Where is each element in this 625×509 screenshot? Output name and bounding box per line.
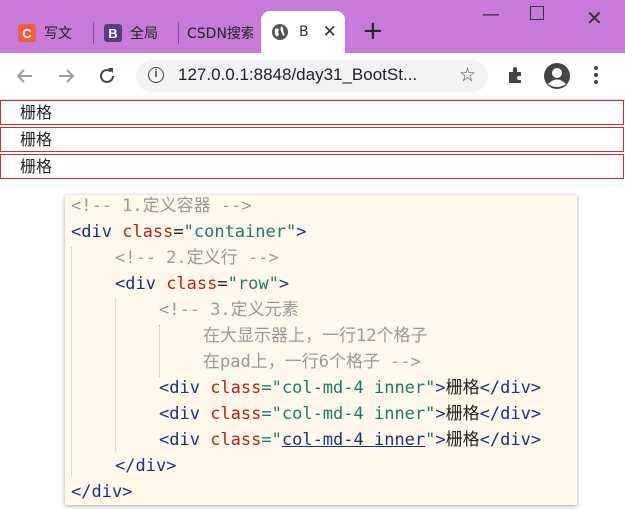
browser-toolbar: i 127.0.0.1:8848/day31_BootSt... ☆ xyxy=(0,53,625,100)
indent-guide xyxy=(71,247,72,477)
tab-write-article[interactable]: C 写文 xyxy=(18,13,90,53)
close-window-icon[interactable]: ✕ xyxy=(586,6,603,30)
maximize-icon[interactable] xyxy=(530,6,544,20)
code-line: 在pad上，一行6个格子 --> xyxy=(203,352,421,372)
bookmark-star-icon[interactable]: ☆ xyxy=(459,64,476,86)
indent-guide xyxy=(159,325,160,377)
grid-cell: 栅格 xyxy=(0,127,624,152)
grid-rows: 栅格 栅格 栅格 xyxy=(0,100,625,181)
url-text[interactable]: 127.0.0.1:8848/day31_BootSt... xyxy=(178,65,417,85)
profile-avatar-icon[interactable] xyxy=(543,62,571,94)
bootstrap-icon: B xyxy=(104,24,122,42)
indent-guide xyxy=(115,299,116,451)
tab-bootstrap-global[interactable]: B 全局 xyxy=(104,13,176,53)
back-icon[interactable] xyxy=(14,65,36,87)
code-snippet: <!-- 1.定义容器 --> <div class="container"> … xyxy=(65,195,577,505)
extensions-icon[interactable] xyxy=(506,65,526,89)
code-line: </div> xyxy=(115,456,177,476)
code-line: <div class="col-md-4 inner">栅格</div> xyxy=(159,378,542,398)
tab-active[interactable]: B ✕ xyxy=(261,11,345,53)
forward-icon[interactable] xyxy=(55,65,77,87)
grid-cell: 栅格 xyxy=(0,100,624,125)
grid-cell: 栅格 xyxy=(0,154,624,179)
tab-title: 全局 xyxy=(130,26,158,42)
tab-divider xyxy=(178,22,179,44)
tab-title: B xyxy=(299,24,309,40)
browser-tab-strip: C 写文 B 全局 CSDN搜索 B ✕ + — ✕ xyxy=(0,0,625,53)
tab-csdn-search[interactable]: CSDN搜索 xyxy=(187,13,253,53)
tab-title: 写文 xyxy=(44,26,72,42)
reload-icon[interactable] xyxy=(96,65,118,87)
code-line: <div class="container"> xyxy=(71,222,307,242)
code-line: <!-- 2.定义行 --> xyxy=(115,248,279,268)
csdn-icon: C xyxy=(18,24,36,42)
code-line: <div class="col-md-4 inner">栅格</div> xyxy=(159,430,542,450)
code-line: <!-- 1.定义容器 --> xyxy=(71,196,252,216)
tab-title: CSDN搜索 xyxy=(187,26,253,42)
new-tab-button[interactable]: + xyxy=(362,18,384,44)
code-line: <div class="col-md-4 inner">栅格</div> xyxy=(159,404,542,424)
site-info-icon[interactable]: i xyxy=(148,67,164,83)
code-line: <!-- 3.定义元素 xyxy=(159,300,299,320)
address-bar[interactable]: i 127.0.0.1:8848/day31_BootSt... ☆ xyxy=(136,60,488,92)
code-line: <div class="row"> xyxy=(115,274,290,294)
code-line: </div> xyxy=(71,482,133,502)
close-tab-icon[interactable]: ✕ xyxy=(323,22,337,42)
menu-kebab-icon[interactable] xyxy=(592,65,600,89)
minimize-icon[interactable]: — xyxy=(482,4,500,25)
code-line: 在大显示器上，一行12个格子 xyxy=(203,326,428,346)
tab-divider xyxy=(93,22,94,44)
globe-icon xyxy=(272,24,288,40)
